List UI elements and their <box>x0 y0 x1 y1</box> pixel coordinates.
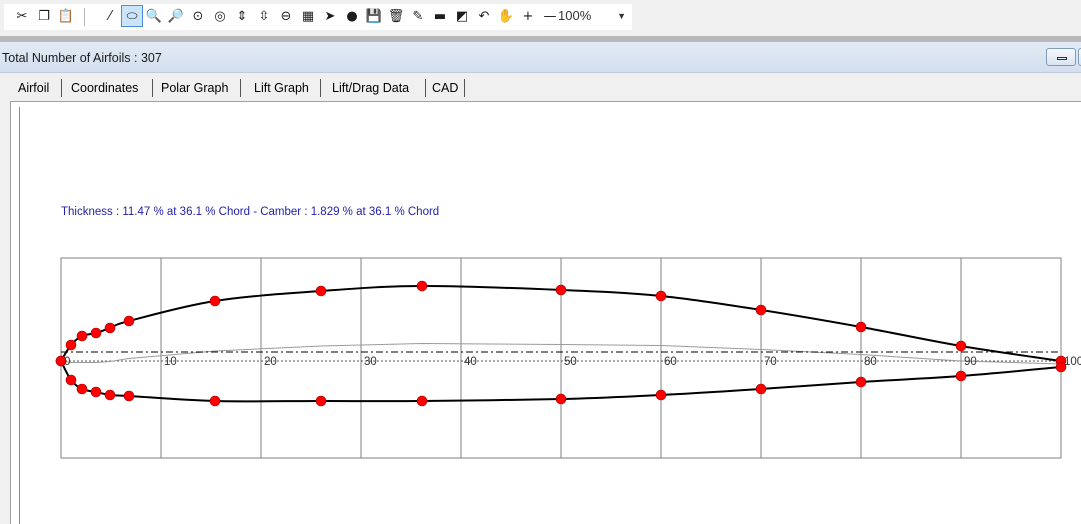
x-tick-label: 50 <box>564 356 577 368</box>
lower-point <box>65 374 77 386</box>
upper-point <box>416 280 428 292</box>
x-tick-label: 100 <box>1064 356 1081 368</box>
upper-point <box>955 340 967 352</box>
upper-point <box>123 315 135 327</box>
lower-point <box>955 370 967 382</box>
lower-point <box>123 390 135 402</box>
upper-point <box>555 284 567 296</box>
x-tick-label: 80 <box>864 356 877 368</box>
upper-point <box>76 330 88 342</box>
lower-point <box>90 386 102 398</box>
lower-point <box>104 389 116 401</box>
upper-point <box>315 285 327 297</box>
upper-point <box>104 322 116 334</box>
lower-point <box>55 355 67 367</box>
x-tick-label: 10 <box>164 356 177 368</box>
upper-point <box>855 321 867 333</box>
x-tick-labels: 0 10 20 30 40 50 60 70 80 90 100 <box>64 356 1081 368</box>
lower-point <box>76 383 88 395</box>
x-tick-label: 70 <box>764 356 777 368</box>
lower-point <box>416 395 428 407</box>
upper-point <box>209 295 221 307</box>
lower-point <box>315 395 327 407</box>
upper-point <box>90 327 102 339</box>
x-tick-label: 40 <box>464 356 477 368</box>
lower-point <box>655 389 667 401</box>
upper-point <box>65 339 77 351</box>
x-tick-label: 90 <box>964 356 977 368</box>
x-tick-label: 60 <box>664 356 677 368</box>
lower-point <box>555 393 567 405</box>
upper-point <box>655 290 667 302</box>
lower-point <box>755 383 767 395</box>
lower-point <box>855 376 867 388</box>
airfoil-plot: 0 10 20 30 40 50 60 70 80 90 100 <box>55 257 1081 459</box>
lower-point <box>209 395 221 407</box>
upper-point <box>755 304 767 316</box>
lower-point <box>1055 361 1067 373</box>
x-tick-label: 20 <box>264 356 277 368</box>
x-tick-label: 30 <box>364 356 377 368</box>
